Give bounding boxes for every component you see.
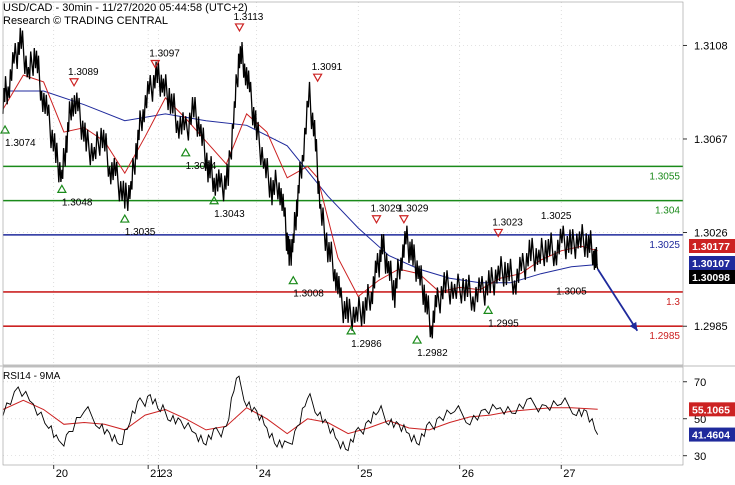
level-label: 1.3025 <box>649 240 680 251</box>
level-value-label: 1.3025 <box>541 211 572 222</box>
pivot-high-label: 1.3029 <box>398 204 429 215</box>
price-tag-label: 1.30177 <box>692 241 730 253</box>
pivot-high-label: 1.3091 <box>312 62 343 73</box>
usdcad-chart: 1.3055 1.304 1.3025 1.3 1.2985 1.3074 1.3089 1… <box>0 0 735 480</box>
pivot-low-label: 1.3064 <box>186 161 217 172</box>
x-tick-label: 20 <box>56 468 68 480</box>
pivot-low-label: 1.3035 <box>125 227 156 238</box>
chart-header-line1: USD/CAD - 30min - 11/27/2020 05:44:58 (U… <box>3 2 248 14</box>
pivot-low-label: 1.2995 <box>488 318 519 329</box>
pivot-low-label: 1.3048 <box>62 197 93 208</box>
x-tick-label: 27 <box>563 468 575 480</box>
price-tag-label: 1.30098 <box>692 272 730 284</box>
pivot-low-label: 1.3008 <box>293 289 324 300</box>
price-tick-label: 1.3067 <box>694 134 728 146</box>
level-label: 1.3 <box>666 297 680 308</box>
level-value-label: 1.3005 <box>556 287 587 298</box>
pivot-high-label: 1.3089 <box>68 67 99 78</box>
level-label: 1.2985 <box>649 331 680 342</box>
pivot-high-label: 1.3097 <box>149 48 180 59</box>
x-tick-label: 26 <box>462 468 474 480</box>
pivot-high-label: 1.3023 <box>492 217 523 228</box>
price-tick-label: 1.2985 <box>694 321 728 333</box>
pivot-low-label: 1.3043 <box>214 209 245 220</box>
x-tick-label: 25 <box>360 468 372 480</box>
rsi-tag-label: 55.1065 <box>692 404 730 416</box>
rsi-tick-label: 30 <box>694 451 706 463</box>
pivot-low-label: 1.2982 <box>417 348 448 359</box>
price-tick-label: 1.3026 <box>694 228 728 240</box>
level-label: 1.3055 <box>649 171 680 182</box>
chart-header-line2: Research © TRADING CENTRAL <box>3 15 168 27</box>
pivot-low-label: 1.3074 <box>5 138 36 149</box>
rsi-tick-label: 70 <box>694 377 706 389</box>
rsi-tag-label: 41.4604 <box>692 430 730 442</box>
pivot-low-label: 1.2986 <box>351 339 382 350</box>
rsi-title: RSI14 - 9MA <box>3 371 61 382</box>
level-label: 1.304 <box>655 206 680 217</box>
x-tick-label: 23 <box>160 468 172 480</box>
chart-root: 1.3055 1.304 1.3025 1.3 1.2985 1.3074 1.3089 1… <box>0 0 735 480</box>
pivot-high-label: 1.3029 <box>370 204 401 215</box>
x-tick-label: 24 <box>259 468 271 480</box>
price-tag-label: 1.30107 <box>692 258 730 270</box>
price-tick-label: 1.3108 <box>694 40 728 52</box>
